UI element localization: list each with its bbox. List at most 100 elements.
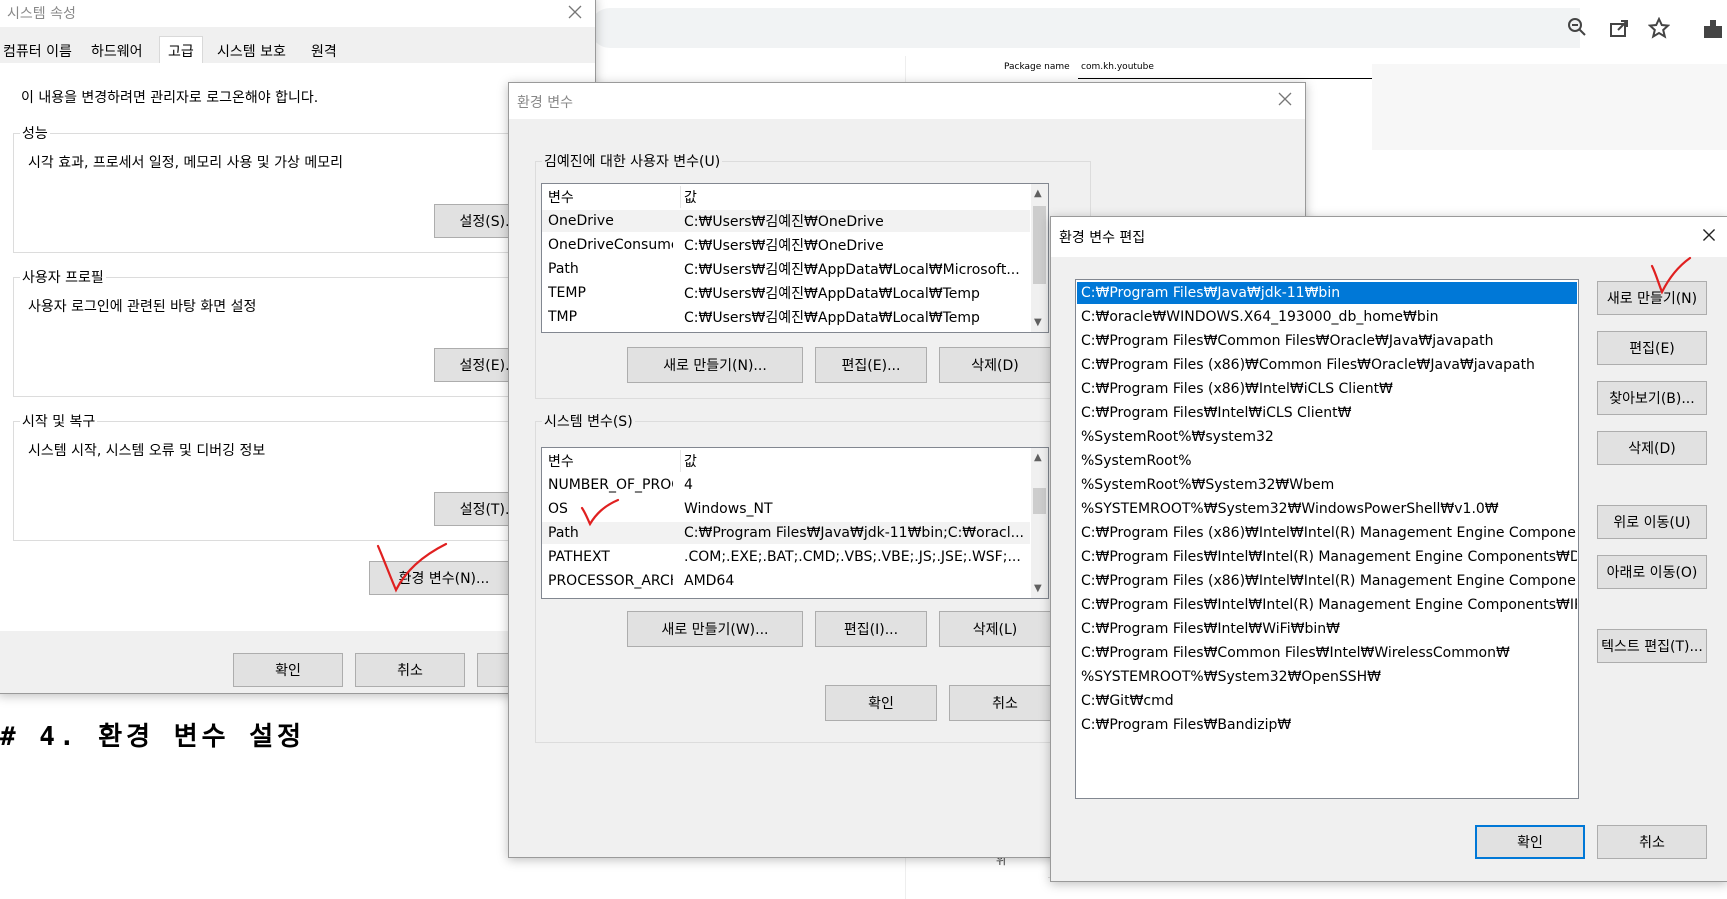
- startup-recovery-desc: 시스템 시작, 시스템 오류 및 디버깅 정보: [28, 443, 266, 459]
- startup-recovery-label: 시작 및 복구: [20, 411, 98, 431]
- row-value: Windows_NT: [684, 501, 773, 517]
- editenv-title: 환경 변수 편집: [1059, 230, 1146, 246]
- tab-hardware[interactable]: 하드웨어: [89, 39, 145, 63]
- system-new-button[interactable]: 새로 만들기(W)...: [627, 611, 803, 647]
- close-icon[interactable]: [1273, 87, 1297, 111]
- editenv-titlebar: 환경 변수 편집: [1051, 217, 1727, 257]
- envvars-ok-button[interactable]: 확인: [825, 685, 937, 721]
- editenv-ok-button[interactable]: 확인: [1475, 825, 1585, 859]
- user-variables-list[interactable]: 변수 값 OneDrive C:₩Users₩김예진₩OneDrive OneDr…: [541, 183, 1049, 333]
- move-up-button[interactable]: 위로 이동(U): [1597, 505, 1707, 539]
- list-item[interactable]: %SystemRoot%: [1077, 450, 1577, 472]
- list-item[interactable]: C:₩Program Files (x86)₩Intel₩Intel(R) Ma…: [1077, 570, 1577, 592]
- list-item[interactable]: C:₩Program Files₩Java₩jdk-11₩bin: [1077, 282, 1577, 304]
- close-icon[interactable]: [563, 0, 587, 24]
- doc-gray-area: [1372, 64, 1727, 150]
- row-value: 4: [684, 477, 693, 493]
- row-name: OneDriveConsumer: [548, 237, 673, 253]
- list-item[interactable]: C:₩Program Files (x86)₩Intel₩Intel(R) Ma…: [1077, 522, 1577, 544]
- row-name: TEMP: [548, 285, 586, 301]
- user-new-button[interactable]: 새로 만들기(N)...: [627, 347, 803, 383]
- editenv-cancel-button[interactable]: 취소: [1597, 825, 1707, 859]
- list-item[interactable]: C:₩Program Files₩Intel₩WiFi₩bin₩: [1077, 618, 1577, 640]
- sysprops-ok-button[interactable]: 확인: [233, 653, 343, 687]
- move-down-button[interactable]: 아래로 이동(O): [1597, 555, 1707, 589]
- user-profile-desc: 사용자 로그인에 관련된 바탕 화면 설정: [28, 299, 257, 315]
- system-delete-button[interactable]: 삭제(L): [939, 611, 1051, 647]
- list-item[interactable]: C:₩Program Files₩Intel₩Intel(R) Manageme…: [1077, 546, 1577, 568]
- list-item[interactable]: %SYSTEMROOT%₩System32₩WindowsPowerShell₩…: [1077, 498, 1577, 520]
- edit-path-button[interactable]: 편집(E): [1597, 331, 1707, 365]
- browse-button[interactable]: 찾아보기(B)...: [1597, 381, 1707, 415]
- browser-toolbar: [590, 0, 1727, 56]
- tab-remote[interactable]: 원격: [309, 39, 339, 63]
- tab-advanced[interactable]: 고급: [159, 36, 203, 65]
- performance-group: 성능 시각 효과, 프로세서 일정, 메모리 사용 및 가상 메모리 설정(S)…: [13, 123, 585, 253]
- package-value: com.kh.youtube: [1081, 62, 1154, 72]
- list-item[interactable]: %SystemRoot%₩System32₩Wbem: [1077, 474, 1577, 496]
- user-list-scrollbar[interactable]: ▲ ▼: [1031, 184, 1048, 332]
- extensions-icon[interactable]: [1700, 16, 1724, 40]
- user-delete-button[interactable]: 삭제(D): [939, 347, 1051, 383]
- scroll-thumb[interactable]: [1033, 488, 1046, 514]
- header-variable[interactable]: 변수: [548, 187, 673, 207]
- list-item[interactable]: C:₩Program Files₩Intel₩iCLS Client₩: [1077, 402, 1577, 424]
- table-row[interactable]: NUMBER_OF_PROC... 4: [542, 474, 1030, 496]
- edit-environment-variable-window: 환경 변수 편집 C:₩Program Files₩Java₩jdk-11₩bi…: [1050, 216, 1727, 882]
- table-row[interactable]: OneDriveConsumer C:₩Users₩김예진₩OneDrive: [542, 234, 1030, 256]
- row-value: C:₩Users₩김예진₩OneDrive: [684, 238, 884, 254]
- header-divider: [680, 450, 681, 472]
- table-row[interactable]: OneDrive C:₩Users₩김예진₩OneDrive: [542, 210, 1030, 232]
- list-header: 변수 값: [542, 450, 1030, 472]
- table-row[interactable]: PATHEXT .COM;.EXE;.BAT;.CMD;.VBS;.VBE;.JS…: [542, 546, 1030, 568]
- row-value: C:₩Users₩김예진₩OneDrive: [684, 214, 884, 230]
- user-edit-button[interactable]: 편집(E)...: [815, 347, 927, 383]
- list-item[interactable]: C:₩Program Files (x86)₩Common Files₩Orac…: [1077, 354, 1577, 376]
- share-icon[interactable]: [1608, 17, 1630, 39]
- row-value: .COM;.EXE;.BAT;.CMD;.VBS;.VBE;.JS;.JSE;.…: [684, 549, 1021, 565]
- list-item[interactable]: C:₩oracle₩WINDOWS.X64_193000_db_home₩bin: [1077, 306, 1577, 328]
- zoom-icon[interactable]: [1566, 16, 1588, 38]
- system-edit-button[interactable]: 편집(I)...: [815, 611, 927, 647]
- delete-path-button[interactable]: 삭제(D): [1597, 431, 1707, 465]
- path-list[interactable]: C:₩Program Files₩Java₩jdk-11₩bin C:₩oracl…: [1075, 279, 1579, 799]
- star-icon[interactable]: [1648, 17, 1670, 39]
- table-row[interactable]: Path C:₩Users₩김예진₩AppData₩Local₩Microsoft…: [542, 258, 1030, 280]
- list-item[interactable]: C:₩Program Files₩Intel₩Intel(R) Manageme…: [1077, 594, 1577, 616]
- list-item[interactable]: %SystemRoot%₩system32: [1077, 426, 1577, 448]
- list-item[interactable]: %SYSTEMROOT%₩System32₩OpenSSH₩: [1077, 666, 1577, 688]
- list-header: 변수 값: [542, 186, 1030, 208]
- row-value: AMD64: [684, 573, 735, 589]
- doc-heading: # 4. 환경 변수 설정: [0, 722, 306, 752]
- row-name: TMP: [548, 309, 578, 325]
- scroll-up-icon[interactable]: ▲: [1034, 188, 1042, 199]
- close-icon[interactable]: [1697, 223, 1721, 247]
- address-bar[interactable]: [590, 8, 1580, 48]
- edit-text-button[interactable]: 텍스트 편집(T)...: [1597, 629, 1707, 663]
- scroll-down-icon[interactable]: ▼: [1034, 317, 1042, 328]
- system-list-scrollbar[interactable]: ▲ ▼: [1031, 448, 1048, 598]
- tab-computer-name[interactable]: 컴퓨터 이름: [1, 39, 74, 63]
- header-value[interactable]: 값: [684, 187, 697, 207]
- tab-system-protection[interactable]: 시스템 보호: [215, 39, 288, 63]
- table-row[interactable]: TMP C:₩Users₩김예진₩AppData₩Local₩Temp: [542, 306, 1030, 328]
- scroll-thumb[interactable]: [1033, 206, 1046, 284]
- scroll-up-icon[interactable]: ▲: [1034, 452, 1042, 463]
- header-value[interactable]: 값: [684, 451, 697, 471]
- list-item[interactable]: C:₩Program Files₩Common Files₩Intel₩Wire…: [1077, 642, 1577, 664]
- scroll-down-icon[interactable]: ▼: [1034, 583, 1042, 594]
- row-name: PATHEXT: [548, 549, 610, 565]
- envvars-titlebar: 환경 변수: [509, 83, 1305, 119]
- sysprops-cancel-button[interactable]: 취소: [355, 653, 465, 687]
- header-variable[interactable]: 변수: [548, 451, 673, 471]
- list-item[interactable]: C:₩Program Files₩Common Files₩Oracle₩Jav…: [1077, 330, 1577, 352]
- list-item[interactable]: C:₩Program Files (x86)₩Intel₩iCLS Client…: [1077, 378, 1577, 400]
- envvars-cancel-button[interactable]: 취소: [949, 685, 1061, 721]
- table-row[interactable]: TEMP C:₩Users₩김예진₩AppData₩Local₩Temp: [542, 282, 1030, 304]
- performance-desc: 시각 효과, 프로세서 일정, 메모리 사용 및 가상 메모리: [28, 155, 343, 171]
- list-item[interactable]: C:₩Program Files₩Bandizip₩: [1077, 714, 1577, 736]
- table-row[interactable]: PROCESSOR_ARCH... AMD64: [542, 570, 1030, 592]
- row-value: C:₩Users₩김예진₩AppData₩Local₩Temp: [684, 286, 980, 302]
- list-item[interactable]: C:₩Git₩cmd: [1077, 690, 1577, 712]
- header-divider: [680, 186, 681, 208]
